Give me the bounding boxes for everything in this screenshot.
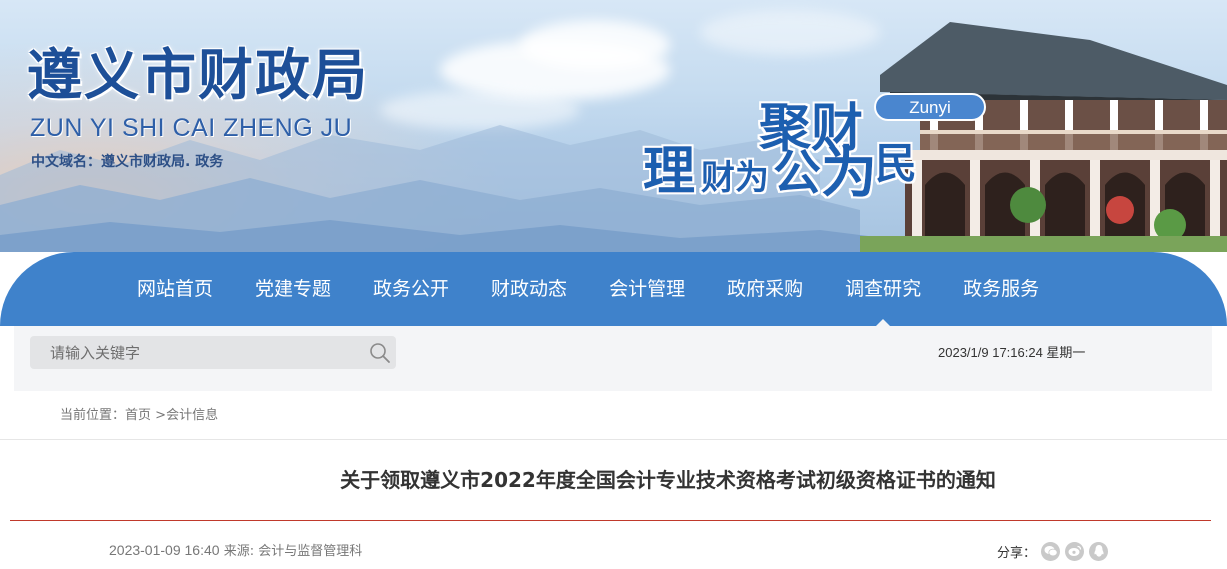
slogan-graphic: Zunyi 聚财 理 财为 公 为 民 xyxy=(643,93,986,205)
site-pinyin: ZUN YI SHI CAI ZHENG JU xyxy=(30,114,353,142)
nav-item-home[interactable]: 网站首页 xyxy=(116,252,234,326)
search-icon[interactable] xyxy=(369,342,391,364)
main-nav: 网站首页 党建专题 政务公开 财政动态 会计管理 政府采购 调查研究 政务服务 xyxy=(0,252,1227,326)
source-label: 来源: xyxy=(223,544,255,559)
article-source: 会计与监督管理科 xyxy=(258,544,363,559)
nav-item-finance-news[interactable]: 财政动态 xyxy=(470,252,588,326)
slogan-gong: 公 xyxy=(773,145,821,201)
nav-item-accounting[interactable]: 会计管理 xyxy=(588,252,706,326)
search-input[interactable] xyxy=(30,336,360,369)
breadcrumb-section-link[interactable]: 会计信息 xyxy=(166,408,218,423)
weibo-icon[interactable] xyxy=(1065,541,1085,561)
nav-item-government-affairs[interactable]: 政务公开 xyxy=(352,252,470,326)
share-bar: 分享： xyxy=(997,540,1109,562)
breadcrumb-separator: > xyxy=(151,408,167,423)
nav-item-services[interactable]: 政务服务 xyxy=(942,252,1060,326)
wechat-icon[interactable] xyxy=(1041,541,1061,561)
breadcrumb-prefix: 当前位置： xyxy=(60,408,126,423)
slogan-min: 民 xyxy=(875,139,917,188)
article-meta: 2023-01-09 16:40 来源: 会计与监督管理科 xyxy=(109,540,362,562)
nav-list: 网站首页 党建专题 政务公开 财政动态 会计管理 政府采购 调查研究 政务服务 xyxy=(116,252,1060,326)
title-divider xyxy=(10,520,1211,521)
current-datetime: 2023/1/9 17:16:24 星期一 xyxy=(938,345,1086,360)
slogan-caiwei: 财为 xyxy=(701,158,769,198)
zunyi-badge: Zunyi xyxy=(874,93,986,121)
divider xyxy=(0,439,1227,440)
badge-text: Zunyi xyxy=(909,98,951,117)
domain-text: 中文域名：遵义市财政局. 政务 xyxy=(31,154,224,170)
slogan-li: 理 xyxy=(643,142,695,202)
nav-item-research[interactable]: 调查研究 xyxy=(824,252,942,326)
header-banner: 遵义市财政局 ZUN YI SHI CAI ZHENG JU 中文域名：遵义市财… xyxy=(0,0,1227,252)
nav-item-party-building[interactable]: 党建专题 xyxy=(234,252,352,326)
share-label: 分享： xyxy=(997,545,1037,561)
nav-item-procurement[interactable]: 政府采购 xyxy=(706,252,824,326)
search-toolbar: 2023/1/9 17:16:24 星期一 xyxy=(14,326,1212,391)
qq-icon[interactable] xyxy=(1089,541,1109,561)
article-title: 关于领取遵义市2022年度全国会计专业技术资格考试初级资格证书的通知 xyxy=(340,468,996,492)
article-date: 2023-01-09 16:40 xyxy=(109,542,220,558)
slogan-wei: 为 xyxy=(821,141,877,205)
breadcrumb: 当前位置：首页 >会计信息 xyxy=(60,406,218,426)
breadcrumb-home-link[interactable]: 首页 xyxy=(125,408,151,423)
search-box xyxy=(30,336,396,369)
site-title: 遵义市财政局 xyxy=(27,43,370,107)
